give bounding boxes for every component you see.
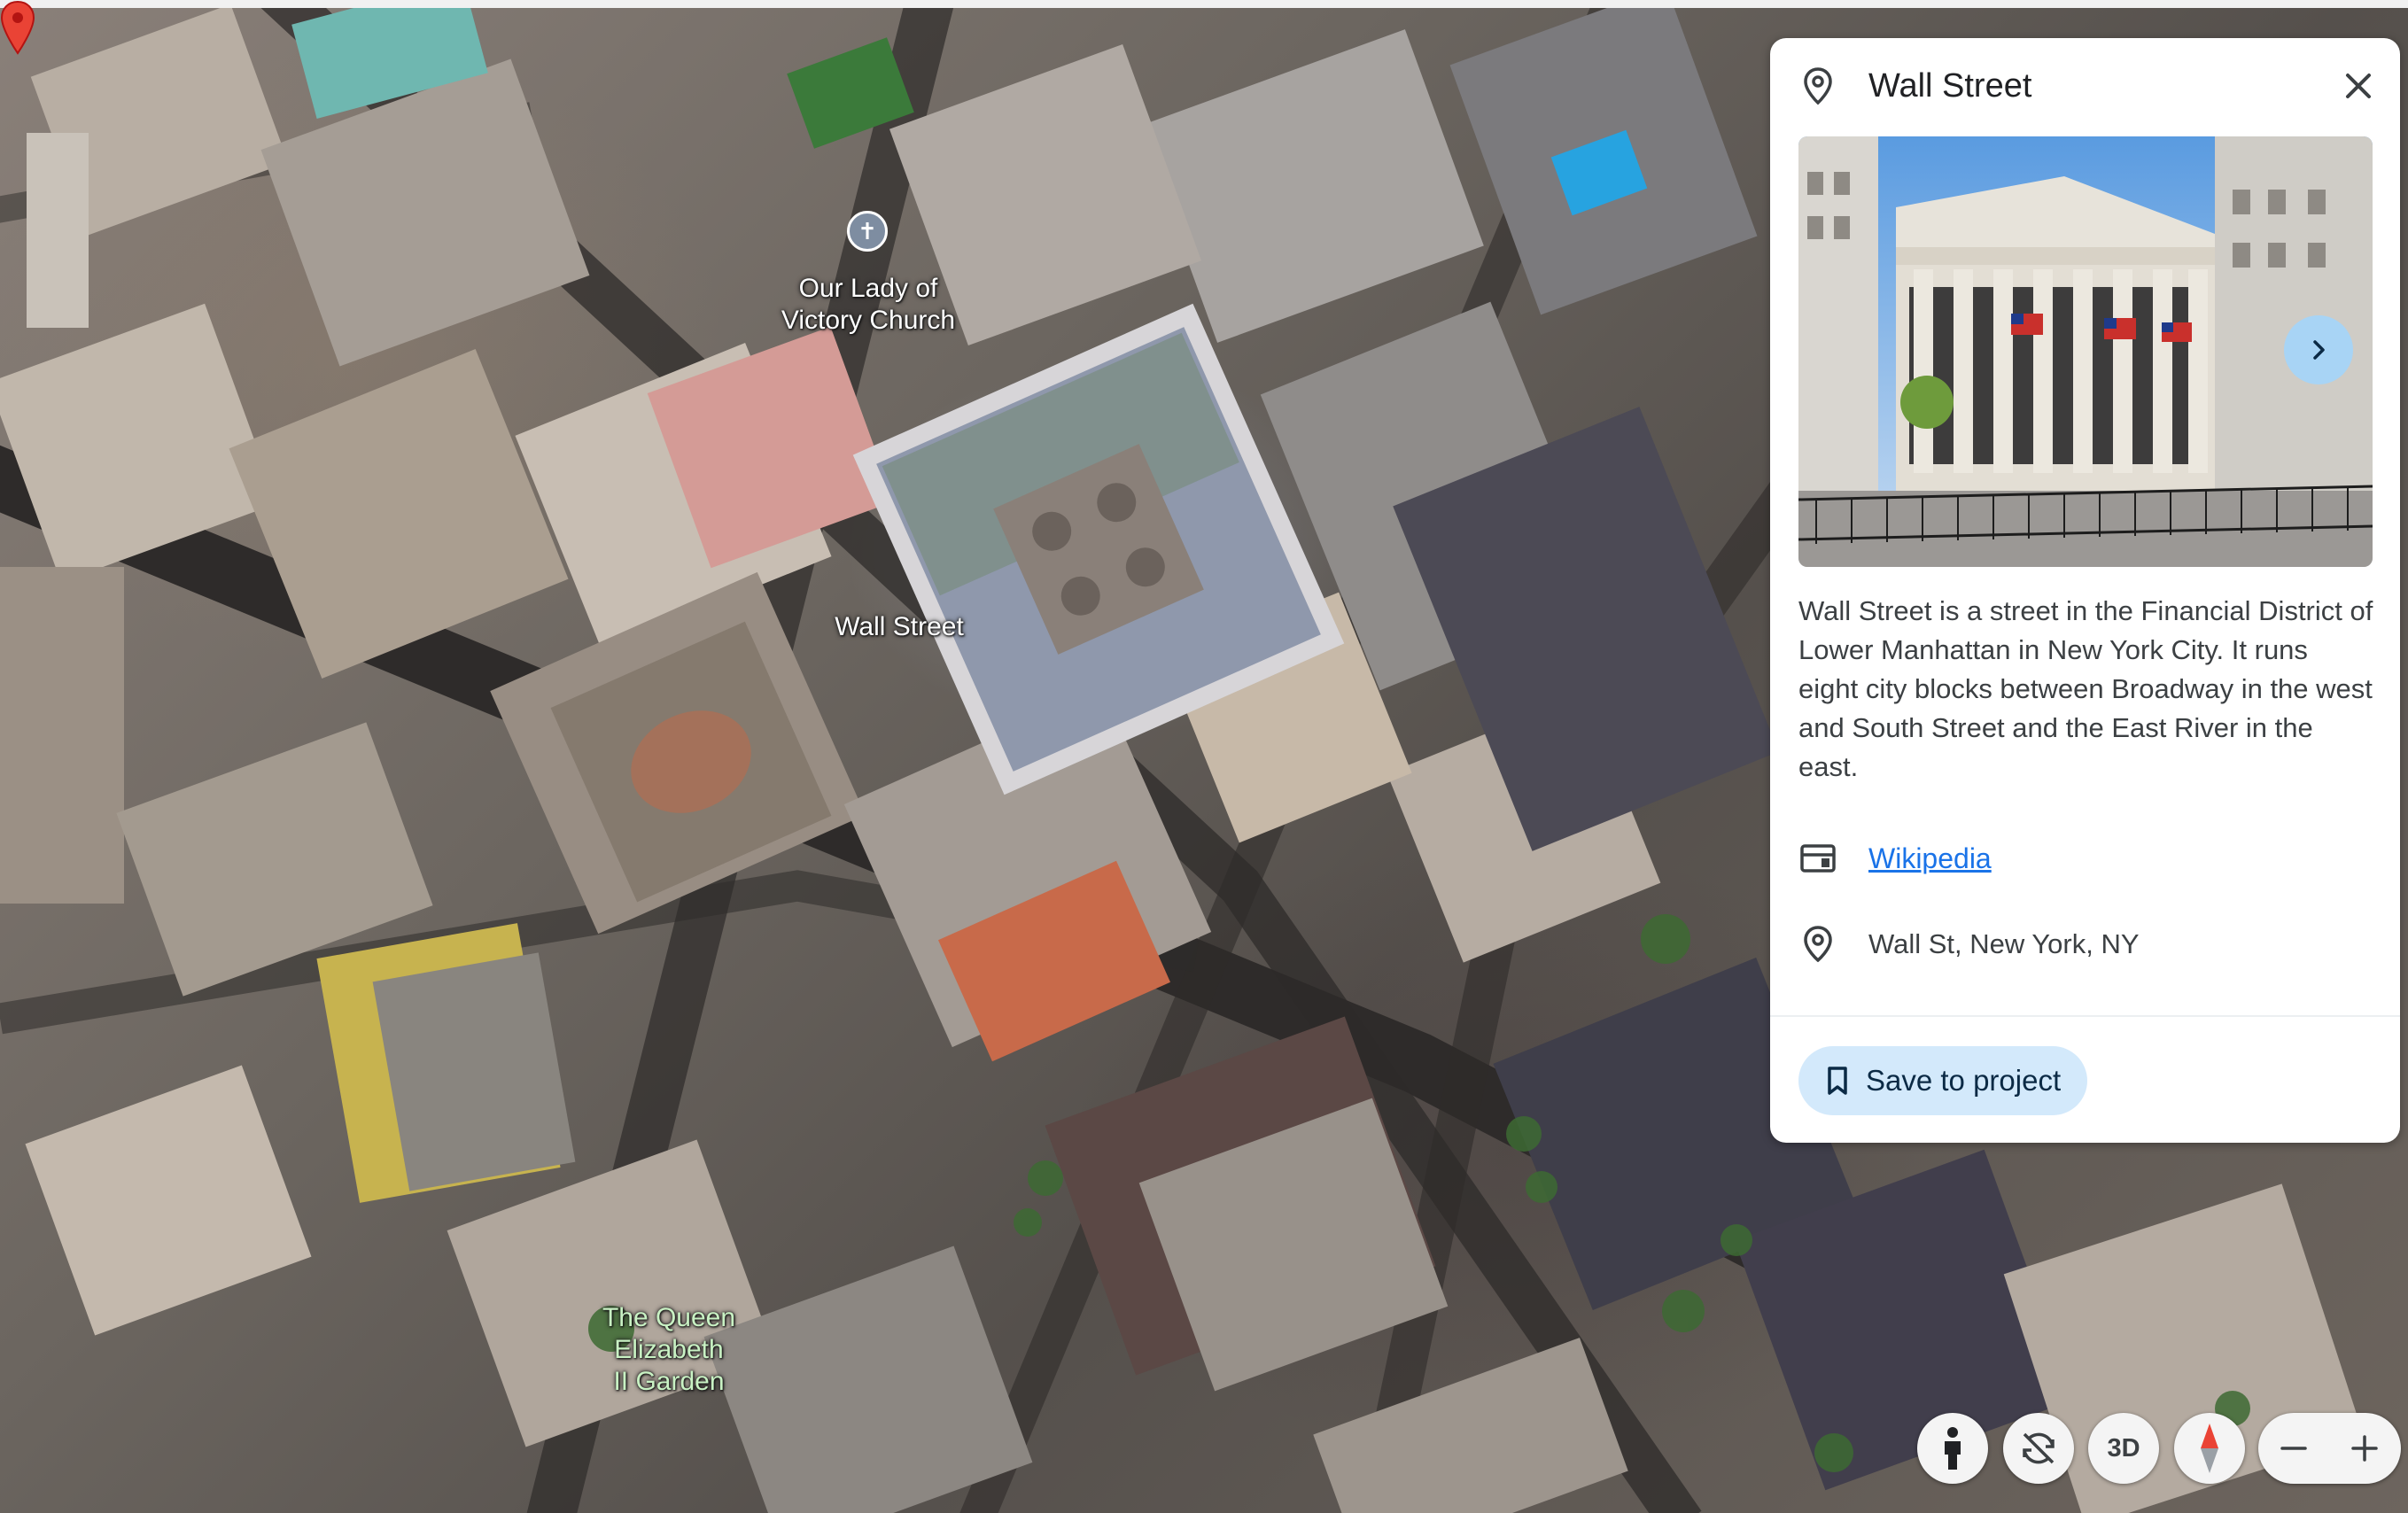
article-card-icon [1800, 844, 1836, 873]
close-button[interactable] [2334, 61, 2383, 111]
minus-icon [2280, 1447, 2307, 1450]
toggle-3d-button[interactable]: 3D [2088, 1413, 2159, 1484]
map-label-church[interactable]: Our Lady of Victory Church [762, 273, 975, 337]
pegman-icon [1945, 1427, 1961, 1470]
save-to-project-label: Save to project [1866, 1064, 2062, 1097]
save-to-project-button[interactable]: Save to project [1798, 1046, 2087, 1115]
red-map-pin-icon[interactable] [0, 0, 35, 55]
place-photo[interactable] [1798, 136, 2373, 567]
panel-title: Wall Street [1868, 67, 2032, 105]
map-label-wall-street[interactable]: Wall Street [797, 611, 1001, 643]
map-label-queen-elizabeth-garden[interactable]: The Queen Elizabeth II Garden [576, 1302, 762, 1398]
place-info-panel: Wall Street Wall Street is a street in t… [1770, 38, 2400, 1143]
place-description: Wall Street is a street in the Financial… [1798, 595, 2373, 782]
close-icon [2346, 74, 2371, 98]
3d-label: 3D [2107, 1433, 2140, 1463]
chevron-right-icon [2313, 340, 2325, 360]
place-address: Wall St, New York, NY [1868, 928, 2140, 959]
top-edge-strip [0, 0, 2408, 8]
toggle-rotation-button[interactable] [2003, 1413, 2074, 1484]
next-photo-button[interactable] [2284, 315, 2353, 384]
plus-icon [2351, 1435, 2378, 1462]
location-pin-icon [1804, 67, 1832, 105]
location-pin-icon [1804, 926, 1832, 963]
zoom-in-button[interactable] [2329, 1413, 2400, 1484]
compass-button[interactable] [2174, 1413, 2245, 1484]
bookmark-icon [1828, 1067, 1847, 1095]
cross-icon[interactable]: ✝ [847, 211, 888, 252]
rotate-off-icon [2023, 1432, 2055, 1464]
panel-divider [1770, 1015, 2400, 1017]
panel-header: Wall Street [1770, 38, 2400, 134]
street-view-pegman-button[interactable] [1917, 1413, 1988, 1484]
zoom-out-button[interactable] [2258, 1413, 2329, 1484]
compass-icon [2201, 1424, 2218, 1473]
zoom-controls [2258, 1413, 2401, 1484]
wikipedia-link[interactable]: Wikipedia [1868, 841, 1992, 876]
